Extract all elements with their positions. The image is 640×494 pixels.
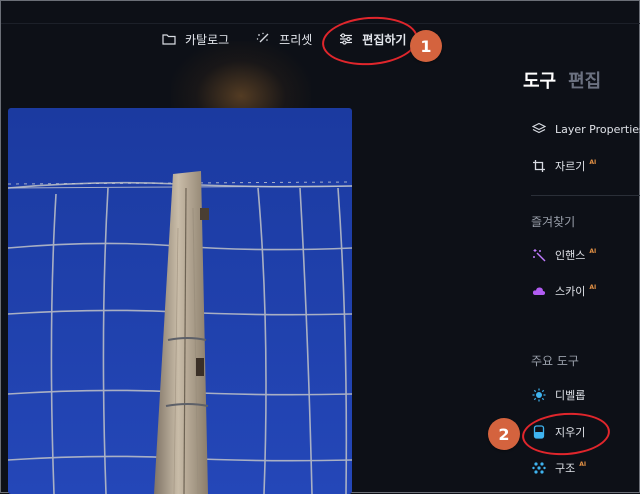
nav-presets-label: 프리셋 [279, 32, 313, 47]
annotation-badge-1: 1 [410, 30, 442, 62]
ai-tag: AI [589, 247, 597, 255]
enhance-label: 인핸스 [555, 249, 586, 262]
folder-icon [161, 31, 177, 47]
enhance-item[interactable]: 인핸스 AI [531, 247, 596, 263]
fence-post-photo [8, 108, 352, 494]
layer-properties-item[interactable]: Layer Properties [531, 121, 640, 137]
sky-item[interactable]: 스카이 AI [531, 283, 596, 299]
tab-edit[interactable]: 편집 [568, 67, 601, 93]
structure-item[interactable]: 구조 AI [531, 460, 586, 476]
favorites-title: 즐겨찾기 [531, 215, 576, 229]
panel-tabs: 도구 편집 [523, 67, 613, 93]
ai-tag: AI [589, 283, 597, 291]
crop-item[interactable]: 자르기 AI [531, 158, 596, 174]
annotation-ring-edit [320, 13, 420, 69]
main-tools-title: 주요 도구 [531, 354, 579, 368]
ai-tag: AI [579, 460, 587, 468]
ai-tag: AI [589, 158, 597, 166]
crop-label: 자르기 [555, 160, 586, 173]
sparkle-icon [531, 247, 547, 263]
cloud-icon [531, 283, 547, 299]
crop-icon [531, 158, 547, 174]
panel-divider [531, 195, 640, 196]
annotation-badge-2: 2 [488, 418, 520, 450]
magic-wand-icon [255, 31, 271, 47]
sun-icon [531, 387, 547, 403]
sky-label: 스카이 [555, 285, 586, 298]
structure-icon [531, 460, 547, 476]
nav-catalog[interactable]: 카탈로그 [161, 31, 229, 48]
structure-label: 구조 [555, 462, 576, 475]
photo-canvas[interactable] [8, 108, 352, 494]
develop-item[interactable]: 디벨롭 [531, 387, 585, 403]
layers-icon [531, 121, 547, 137]
annotation-ring-erase [520, 409, 612, 459]
nav-presets[interactable]: 프리셋 [255, 31, 312, 48]
nav-catalog-label: 카탈로그 [185, 32, 230, 47]
develop-label: 디벨롭 [555, 389, 586, 402]
tab-tools[interactable]: 도구 [523, 67, 556, 93]
top-divider [1, 23, 640, 24]
layer-properties-label: Layer Properties [555, 122, 640, 136]
